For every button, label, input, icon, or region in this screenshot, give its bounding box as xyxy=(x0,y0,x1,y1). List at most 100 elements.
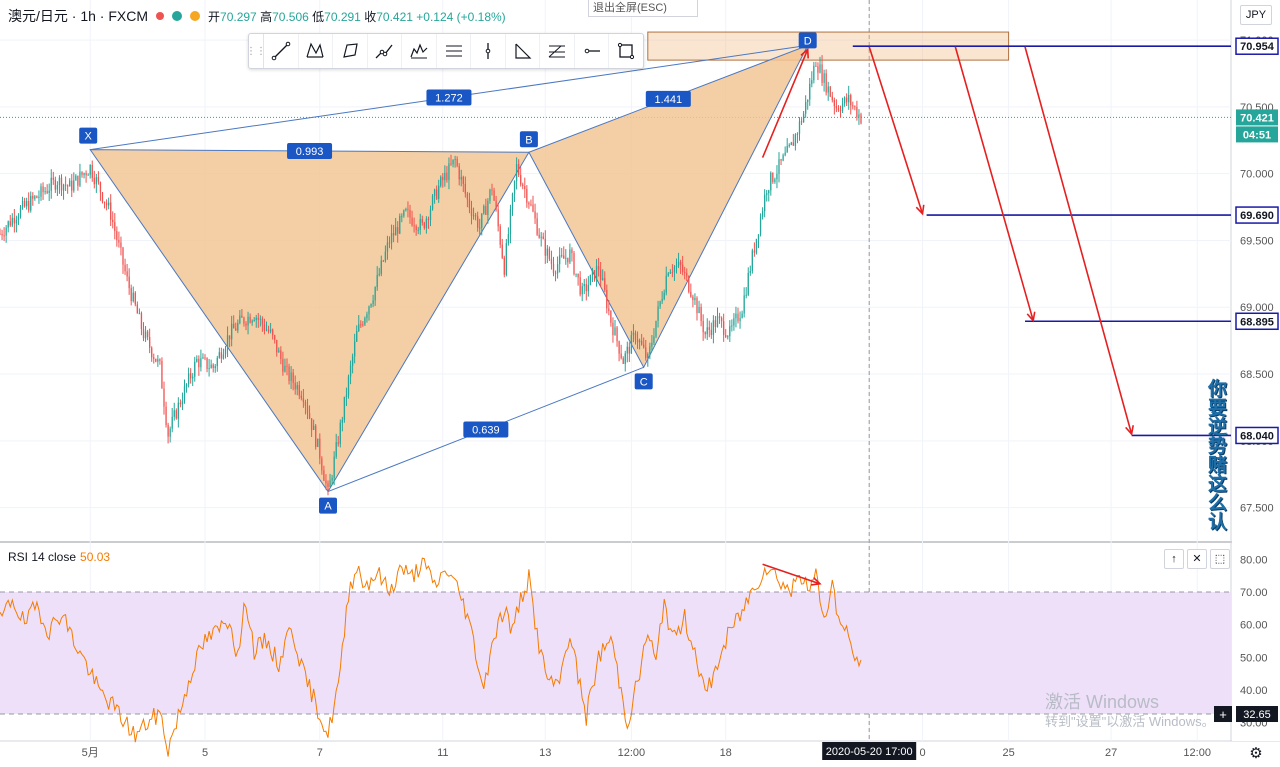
target-price-label: 68.040 xyxy=(1240,430,1274,442)
gear-icon[interactable]: ⚙ xyxy=(1249,744,1262,762)
candle xyxy=(302,398,305,403)
candle xyxy=(362,324,364,326)
candle xyxy=(66,185,69,187)
candle xyxy=(860,114,862,124)
candle xyxy=(192,376,194,379)
candle xyxy=(663,292,665,300)
candle xyxy=(852,105,854,107)
triangle-icon[interactable] xyxy=(506,34,541,68)
candle xyxy=(561,255,563,257)
candle xyxy=(526,189,528,203)
candle xyxy=(54,179,57,190)
candle xyxy=(278,350,280,353)
candle xyxy=(274,335,276,340)
candle xyxy=(116,231,118,241)
candle xyxy=(114,222,116,232)
candle xyxy=(249,316,251,323)
xabcd-pattern-icon[interactable] xyxy=(299,34,334,68)
candle xyxy=(729,326,731,337)
candle xyxy=(339,422,341,444)
candle xyxy=(829,86,831,97)
candle xyxy=(93,177,95,185)
candle xyxy=(464,183,467,194)
candle xyxy=(702,320,704,333)
candle xyxy=(606,289,608,309)
candle xyxy=(522,184,524,187)
candle xyxy=(558,255,561,265)
candle xyxy=(593,270,596,281)
candle xyxy=(124,264,126,272)
candle xyxy=(540,236,542,238)
parallel-channel-icon[interactable] xyxy=(437,34,472,68)
chart-canvas[interactable]: XABCD1.2720.9931.4410.639 67.50068.00068… xyxy=(0,0,1280,767)
close-icon[interactable]: ✕ xyxy=(1187,549,1207,569)
candle xyxy=(595,266,598,281)
candle xyxy=(419,218,421,230)
arrow-up-icon[interactable]: ↑ xyxy=(1164,549,1184,569)
candle xyxy=(792,142,795,146)
rectangle-icon[interactable] xyxy=(609,34,643,68)
time-tick: 5月 xyxy=(82,747,99,759)
exit-fullscreen-button[interactable]: 退出全屏(ESC) xyxy=(588,0,698,17)
candle xyxy=(503,257,505,275)
candle xyxy=(681,264,684,273)
target-price-label: 70.954 xyxy=(1240,41,1275,53)
fib-icon[interactable] xyxy=(540,34,575,68)
market-status-icon xyxy=(156,12,165,20)
candle xyxy=(778,159,780,174)
candle xyxy=(567,257,569,263)
candle xyxy=(538,234,540,238)
candle xyxy=(79,171,81,186)
elliott-wave-icon[interactable] xyxy=(402,34,437,68)
pattern-point-X: X xyxy=(85,131,93,143)
candle xyxy=(692,296,694,301)
candle xyxy=(335,442,337,457)
rsi-tick: 50.00 xyxy=(1240,652,1268,664)
candle xyxy=(245,323,247,326)
horizontal-ray-icon[interactable] xyxy=(575,34,610,68)
candle xyxy=(280,350,282,360)
price-tick: 68.500 xyxy=(1240,369,1274,381)
maximize-icon[interactable]: ⬚ xyxy=(1210,549,1230,569)
candle xyxy=(378,273,380,276)
candle xyxy=(235,328,237,331)
candle xyxy=(848,95,850,103)
candle xyxy=(161,360,163,389)
time-tick: 13 xyxy=(539,747,551,759)
symbol-title[interactable]: 澳元/日元 · 1h · FXCM xyxy=(8,6,148,26)
candle xyxy=(599,269,602,280)
candle xyxy=(83,173,85,176)
ratio-label: 0.639 xyxy=(472,424,500,436)
candle xyxy=(735,313,737,319)
candle xyxy=(321,458,323,471)
candle xyxy=(85,173,87,176)
candle xyxy=(597,266,600,270)
candle xyxy=(347,376,350,396)
abcd-pattern-icon[interactable] xyxy=(333,34,368,68)
candle xyxy=(626,346,628,354)
candle xyxy=(290,372,292,381)
rsi-legend[interactable]: RSI 14 close 50.03 xyxy=(8,550,110,564)
candle xyxy=(766,193,768,195)
candle xyxy=(89,164,91,175)
candle xyxy=(505,243,508,275)
candle xyxy=(843,97,846,104)
candle xyxy=(622,358,624,364)
path-icon[interactable] xyxy=(368,34,403,68)
candle xyxy=(198,358,200,368)
currency-badge[interactable]: JPY xyxy=(1240,5,1272,25)
candle xyxy=(34,196,36,199)
candle xyxy=(827,86,829,93)
candle xyxy=(21,200,24,208)
vertical-line-icon[interactable] xyxy=(471,34,506,68)
candle xyxy=(438,185,440,199)
trend-line-icon[interactable] xyxy=(264,34,299,68)
candle xyxy=(684,272,686,274)
candle xyxy=(315,425,317,447)
candle xyxy=(809,83,811,100)
candle xyxy=(222,354,225,359)
candle xyxy=(725,335,727,337)
drag-handle-icon[interactable]: ⋮⋮ xyxy=(246,34,266,68)
candle xyxy=(167,424,169,437)
candle xyxy=(755,238,758,253)
